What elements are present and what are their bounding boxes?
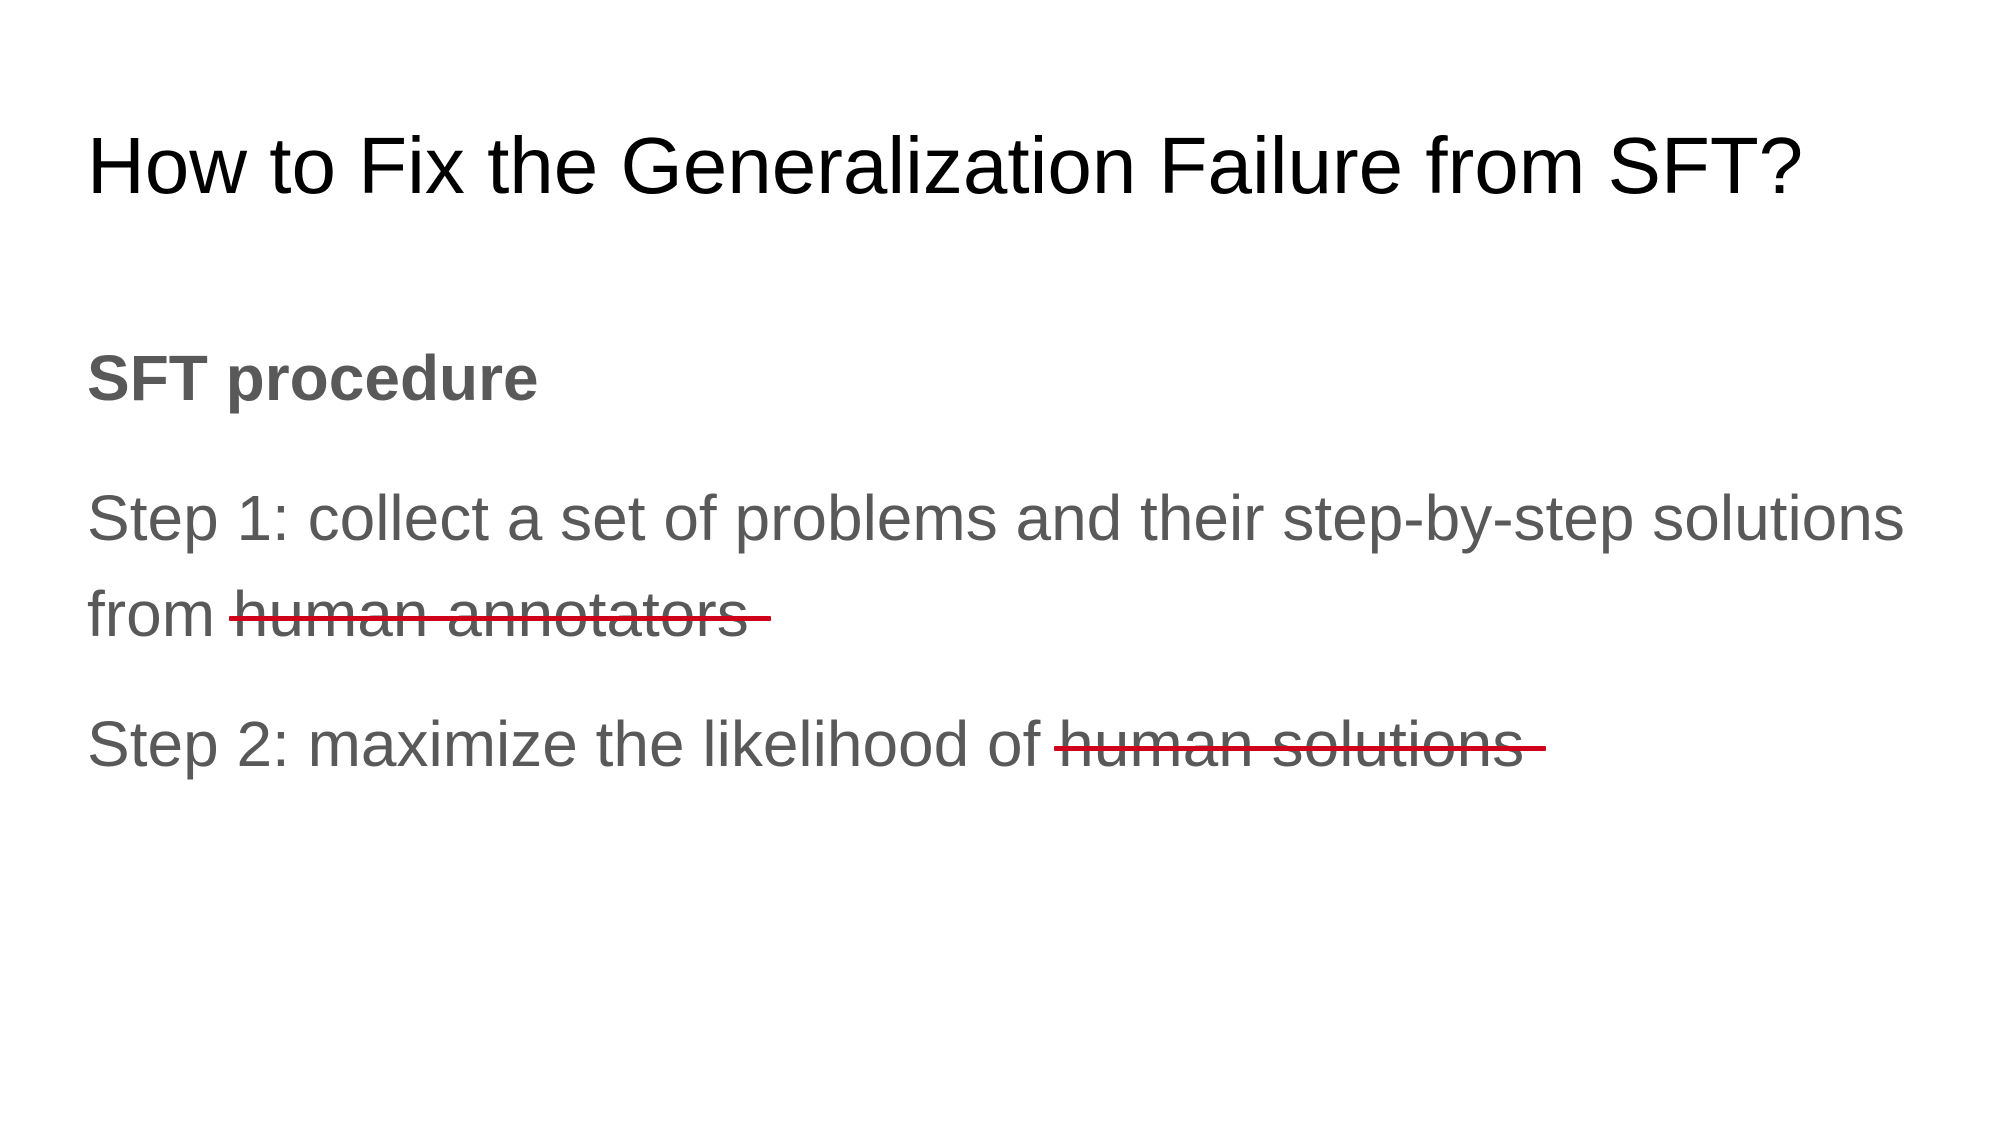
step-1-struck-label: human annotators [232, 578, 749, 650]
step-1: Step 1: collect a set of problems and th… [87, 470, 1927, 662]
strikethrough-line [228, 615, 771, 621]
slide: How to Fix the Generalization Failure fr… [0, 0, 2000, 1125]
step-1-struck-text: human annotators [228, 566, 771, 662]
step-2-struck-text: human solutions [1054, 696, 1547, 792]
step-2-struck-label: human solutions [1058, 708, 1525, 780]
slide-title: How to Fix the Generalization Failure fr… [87, 121, 1804, 210]
step-2: Step 2: maximize the likelihood of human… [87, 696, 1927, 792]
section-heading: SFT procedure [87, 342, 539, 414]
strikethrough-line [1054, 745, 1547, 751]
step-2-text: Step 2: maximize the likelihood of [87, 708, 1059, 780]
